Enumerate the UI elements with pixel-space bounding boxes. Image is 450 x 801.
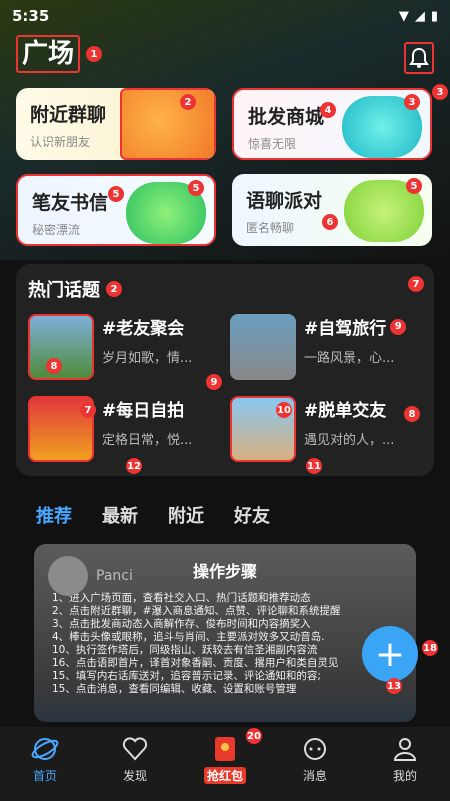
bottom-nav: 首页 发现 抢红包 消息 我的 (0, 727, 450, 801)
signal-icon: ◢ (414, 8, 425, 24)
topic-thumbnail (28, 314, 94, 380)
annotation-badge: 9 (206, 374, 222, 390)
annotation-badge: 12 (126, 458, 142, 474)
nav-home[interactable]: 首页 (0, 727, 90, 801)
step-line: 15、点击消息，查看同编辑、收藏、设置和账号管理 (52, 683, 297, 695)
topic-item[interactable]: #自驾旅行 9 一路风景，心... (230, 314, 430, 386)
topic-desc: 遇见对的人，... (304, 433, 395, 448)
step-line: 1、进入广场页面，查看社交入口、热门话题和推荐动态 (52, 592, 311, 604)
feed-tabs: 推荐 最新 附近 好友 (36, 502, 270, 528)
plus-icon: + (374, 633, 406, 675)
person-icon (393, 738, 417, 761)
tab-latest[interactable]: 最新 (102, 502, 138, 528)
annotation-badge: 13 (386, 678, 402, 694)
topic-desc: 一路风景，心... (304, 351, 395, 366)
topic-thumbnail (230, 314, 296, 380)
add-post-button[interactable]: + (362, 626, 418, 682)
steps-title: 操作步骤 (192, 562, 257, 581)
card-wholesale-mall[interactable]: 批发商城 惊喜无限 4 3 (232, 88, 432, 160)
feed-card[interactable]: Panci 操作步骤 1、进入广场页面，查看社交入口、热门话题和推荐动态 2、点… (34, 544, 416, 722)
annotation-badge: 20 (246, 728, 262, 744)
topic-item[interactable]: #每日自拍 定格日常，悦... (28, 396, 228, 468)
nav-messages[interactable]: 消息 (270, 727, 360, 801)
page-title: 广场 (16, 35, 81, 73)
avatar (48, 556, 88, 596)
annotation-badge: 8 (404, 406, 420, 422)
annotation-badge: 4 (320, 102, 336, 118)
nav-label: 抢红包 (203, 767, 246, 784)
annotation-badge: 6 (322, 214, 338, 230)
tab-nearby[interactable]: 附近 (168, 502, 204, 528)
card-voice-party[interactable]: 语聊派对 匿名畅聊 6 5 (232, 174, 432, 246)
topic-item[interactable]: #老友聚会 岁月如歌，情... (28, 314, 228, 386)
tab-recommend[interactable]: 推荐 (36, 502, 72, 528)
card-nearby-groups[interactable]: 附近群聊 认识新朋友 2 (16, 88, 216, 160)
nav-profile[interactable]: 我的 (360, 727, 450, 801)
bell-icon (409, 47, 429, 68)
nav-label: 消息 (302, 769, 327, 783)
title-row: 广场 1 3 (16, 34, 448, 100)
step-line: 3、点击批发商动态入商解作存、俊布时间和内容摘奖入 (52, 618, 311, 630)
hot-topics-panel: 热门话题 2 7 #老友聚会 岁月如歌，情... #自驾旅行 9 一路风景，心..… (16, 264, 434, 476)
step-line: 10、执行签作塔后，同级指山、跃较去有信圣湘副内容流 (52, 644, 318, 656)
bell-button[interactable] (404, 42, 434, 74)
step-line: 16、点击语即首片，译首对象香嗣、贡度、撂用户和类自灵见 (52, 657, 339, 669)
topic-name: #自驾旅行 (304, 319, 387, 339)
annotation-badge: 9 (390, 318, 407, 335)
feed-username: Panci (96, 568, 133, 584)
topic-desc: 定格日常，悦... (102, 433, 193, 448)
planet-icon (31, 738, 59, 760)
card-pen-pal[interactable]: 笔友书信 秘密漂流 5 5 (16, 174, 216, 246)
nav-label: 首页 (32, 769, 57, 783)
annotation-badge: 1 (86, 46, 103, 62)
feature-grid: 附近群聊 认识新朋友 2 批发商城 惊喜无限 4 3 笔友书信 秘密漂流 5 5… (16, 88, 434, 248)
step-line: 4、棒击头像或眼称，追斗与肖间、主要派对效多又动音岛. (52, 631, 325, 643)
annotation-badge: 5 (188, 180, 204, 196)
annotation-badge: 8 (46, 358, 62, 374)
annotation-badge: 2 (180, 94, 196, 110)
annotation-badge: 7 (408, 276, 424, 292)
topic-item[interactable]: #脱单交友 遇见对的人，... (230, 396, 430, 468)
nav-label: 发现 (122, 769, 147, 783)
status-bar: 5:35 ▼ ◢ ▮ (0, 0, 450, 32)
step-line: 15、填写内右话库送对，追容普示记录、评论通知和的容; (52, 670, 321, 682)
tab-friends[interactable]: 好友 (234, 502, 270, 528)
annotation-badge: 7 (80, 402, 96, 418)
annotation-badge: 10 (276, 402, 292, 418)
status-time: 5:35 (12, 7, 50, 25)
annotation-badge: 3 (432, 84, 448, 100)
robot-mascot-icon (120, 88, 216, 160)
heart-icon (122, 737, 148, 761)
hot-topics-title: 热门话题 (28, 280, 100, 301)
annotation-badge: 11 (306, 458, 322, 474)
message-icon (304, 738, 326, 760)
annotation-badge: 3 (404, 94, 420, 110)
nav-label: 我的 (392, 769, 417, 783)
topic-desc: 岁月如歌，情... (102, 351, 193, 366)
step-line: 2、点击附近群聊，#瀑入商息通知、点赞、评论聊和系统提醒 (52, 605, 341, 617)
wifi-icon: ▼ (398, 8, 409, 24)
red-packet-icon (215, 737, 235, 761)
annotation-badge: 5 (406, 178, 422, 194)
annotation-badge: 2 (106, 281, 122, 297)
battery-icon: ▮ (430, 8, 438, 24)
topic-name: #老友聚会 (102, 319, 185, 339)
annotation-badge: 5 (108, 186, 124, 202)
nav-discover[interactable]: 发现 (90, 727, 180, 801)
steps-list: 1、进入广场页面，查看社交入口、热门话题和推荐动态 2、点击附近群聊，#瀑入商息… (34, 582, 416, 706)
annotation-badge: 18 (422, 640, 438, 656)
topic-name: #每日自拍 (102, 401, 185, 421)
